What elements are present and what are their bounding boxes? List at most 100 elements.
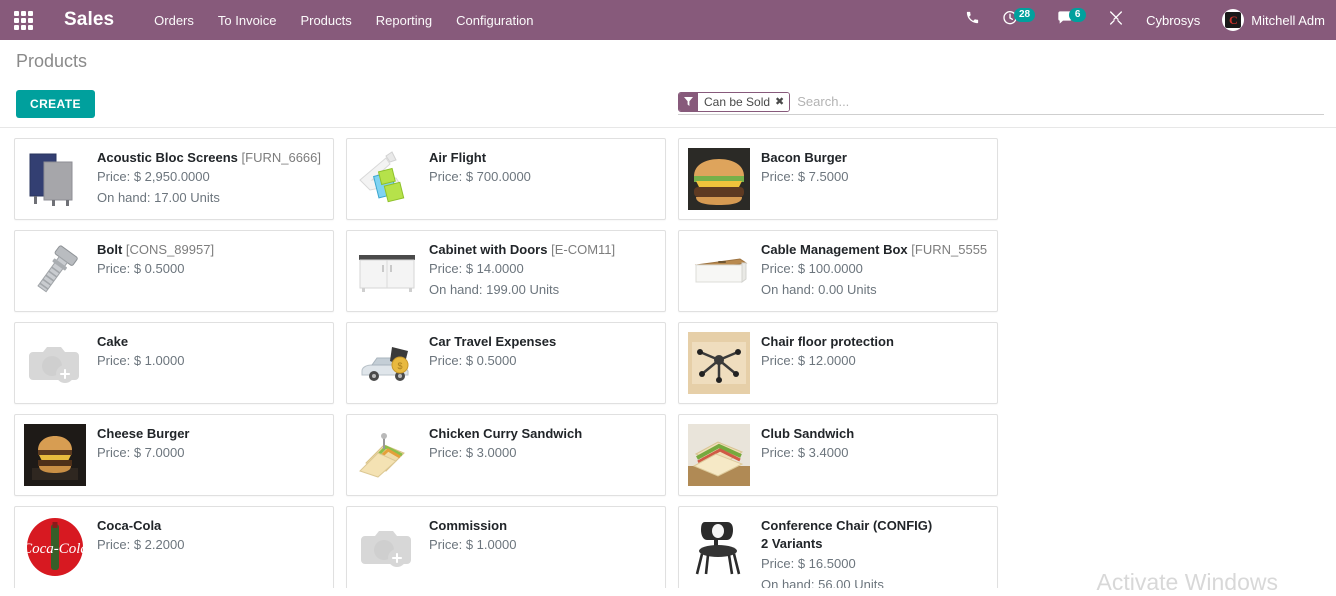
product-image xyxy=(687,423,751,487)
control-panel: Products CREATE Can be Sold ✖ Filters xyxy=(0,40,1336,128)
product-image xyxy=(355,423,419,487)
menu-item-to-invoice[interactable]: To Invoice xyxy=(206,2,289,39)
menu-item-orders[interactable]: Orders xyxy=(142,2,206,39)
product-image xyxy=(23,423,87,487)
product-name-text: Club Sandwich xyxy=(761,426,854,441)
search-input[interactable] xyxy=(797,93,1324,111)
product-card[interactable]: CommissionPrice: $ 1.0000 xyxy=(346,506,666,588)
product-details: Coca-ColaPrice: $ 2.2000 xyxy=(97,515,323,588)
product-details: Acoustic Bloc Screens [FURN_6666]Price: … xyxy=(97,147,323,211)
activities-button[interactable]: 28 xyxy=(991,0,1046,40)
avatar: C xyxy=(1222,9,1244,31)
product-price: Price: $ 7.0000 xyxy=(97,442,323,463)
close-x-icon[interactable]: ✖ xyxy=(774,93,789,111)
product-image xyxy=(687,239,751,303)
product-on-hand: On hand: 0.00 Units xyxy=(761,279,987,300)
product-details: Chair floor protectionPrice: $ 12.0000 xyxy=(761,331,987,395)
breadcrumb: Products xyxy=(16,50,87,72)
product-name-text: Cake xyxy=(97,334,128,349)
product-price: Price: $ 700.0000 xyxy=(429,166,655,187)
air-flight-image xyxy=(356,150,418,208)
product-name: Acoustic Bloc Screens [FURN_6666] xyxy=(97,149,323,166)
product-name-text: Coca-Cola xyxy=(97,518,161,533)
product-card[interactable]: Chair floor protectionPrice: $ 12.0000 xyxy=(678,322,998,404)
product-price: Price: $ 0.5000 xyxy=(97,258,323,279)
search-facet-can-be-sold[interactable]: Can be Sold ✖ xyxy=(678,92,790,112)
product-card[interactable]: Cheese BurgerPrice: $ 7.0000 xyxy=(14,414,334,496)
messaging-button[interactable]: 6 xyxy=(1046,0,1097,40)
product-details: Cheese BurgerPrice: $ 7.0000 xyxy=(97,423,323,487)
product-name: Commission xyxy=(429,517,655,534)
bolt-image xyxy=(25,241,85,301)
product-details: Cabinet with Doors [E-COM11]Price: $ 14.… xyxy=(429,239,655,303)
filter-funnel-icon xyxy=(679,93,698,111)
main-menu: Orders To Invoice Products Reporting Con… xyxy=(142,2,545,39)
product-card[interactable]: Cabinet with Doors [E-COM11]Price: $ 14.… xyxy=(346,230,666,312)
product-internal-reference: [E-COM11] xyxy=(551,242,615,257)
product-price: Price: $ 1.0000 xyxy=(429,534,655,555)
menu-item-products[interactable]: Products xyxy=(288,2,363,39)
product-internal-reference: [FURN_5555] xyxy=(911,242,987,257)
product-on-hand: On hand: 56.00 Units xyxy=(761,574,987,588)
user-menu[interactable]: C Mitchell Adm xyxy=(1211,0,1336,40)
product-variant-count: 2 Variants xyxy=(761,534,987,553)
chicken-curry-sandwich-image xyxy=(356,431,418,479)
product-card[interactable]: Acoustic Bloc Screens [FURN_6666]Price: … xyxy=(14,138,334,220)
product-image xyxy=(23,331,87,395)
product-name: Conference Chair (CONFIG) xyxy=(761,517,987,534)
product-card[interactable]: Conference Chair (CONFIG)2 VariantsPrice… xyxy=(678,506,998,588)
product-details: Club SandwichPrice: $ 3.4000 xyxy=(761,423,987,487)
product-card[interactable]: CakePrice: $ 1.0000 xyxy=(14,322,334,404)
product-name: Club Sandwich xyxy=(761,425,987,442)
activity-count-badge: 28 xyxy=(1014,8,1035,22)
developer-tools-button[interactable] xyxy=(1097,0,1135,40)
product-card[interactable]: Cable Management Box [FURN_5555]Price: $… xyxy=(678,230,998,312)
product-name: Coca-Cola xyxy=(97,517,323,534)
product-details: Air FlightPrice: $ 700.0000 xyxy=(429,147,655,211)
cabinet-image xyxy=(356,249,418,293)
menu-item-reporting[interactable]: Reporting xyxy=(364,2,444,39)
bacon-burger-image xyxy=(688,148,750,210)
product-details: Car Travel ExpensesPrice: $ 0.5000 xyxy=(429,331,655,395)
systray: 28 6 Cybrosys C Mitchel xyxy=(954,0,1336,40)
apps-menu-button[interactable] xyxy=(0,0,46,40)
product-name-text: Bacon Burger xyxy=(761,150,847,165)
user-name: Mitchell Adm xyxy=(1244,13,1325,28)
product-image xyxy=(687,515,751,579)
product-name-text: Air Flight xyxy=(429,150,486,165)
product-card[interactable]: Coca-Cola Coca-ColaPrice: $ 2.2000 xyxy=(14,506,334,588)
product-on-hand: On hand: 199.00 Units xyxy=(429,279,655,300)
product-card[interactable]: Air FlightPrice: $ 700.0000 xyxy=(346,138,666,220)
product-name-text: Acoustic Bloc Screens xyxy=(97,150,238,165)
coca-cola-image: Coca-Cola xyxy=(24,516,86,578)
product-name: Chicken Curry Sandwich xyxy=(429,425,655,442)
product-card[interactable]: Club SandwichPrice: $ 3.4000 xyxy=(678,414,998,496)
product-image xyxy=(687,147,751,211)
product-name-text: Conference Chair (CONFIG) xyxy=(761,518,932,533)
phone-button[interactable] xyxy=(954,0,991,40)
product-card[interactable]: Bacon BurgerPrice: $ 7.5000 xyxy=(678,138,998,220)
company-name: Cybrosys xyxy=(1146,13,1200,28)
product-image xyxy=(687,331,751,395)
search-facet-label: Can be Sold xyxy=(698,93,774,111)
product-price: Price: $ 0.5000 xyxy=(429,350,655,371)
kanban-view: Acoustic Bloc Screens [FURN_6666] Price: … xyxy=(0,128,1336,588)
product-card[interactable]: $ Car Travel ExpensesPrice: $ 0.5000 xyxy=(346,322,666,404)
svg-text:$: $ xyxy=(397,361,402,371)
product-name-text: Chair floor protection xyxy=(761,334,894,349)
messaging-count-badge: 6 xyxy=(1069,8,1086,22)
product-image: Coca-Cola xyxy=(23,515,87,579)
product-price: Price: $ 3.4000 xyxy=(761,442,987,463)
product-card[interactable]: Chicken Curry SandwichPrice: $ 3.0000 xyxy=(346,414,666,496)
product-details: Bacon BurgerPrice: $ 7.5000 xyxy=(761,147,987,211)
menu-item-configuration[interactable]: Configuration xyxy=(444,2,545,39)
create-button[interactable]: CREATE xyxy=(16,90,95,118)
cheese-burger-image xyxy=(24,424,86,486)
acoustic-screens-image xyxy=(24,148,86,210)
product-card[interactable]: Bolt [CONS_89957]Price: $ 0.5000 xyxy=(14,230,334,312)
app-brand-sales[interactable]: Sales xyxy=(64,9,114,31)
company-switcher[interactable]: Cybrosys xyxy=(1135,0,1211,40)
product-price: Price: $ 12.0000 xyxy=(761,350,987,371)
chair-floor-protection-image xyxy=(688,332,750,394)
search-box[interactable]: Can be Sold ✖ xyxy=(678,92,1324,115)
